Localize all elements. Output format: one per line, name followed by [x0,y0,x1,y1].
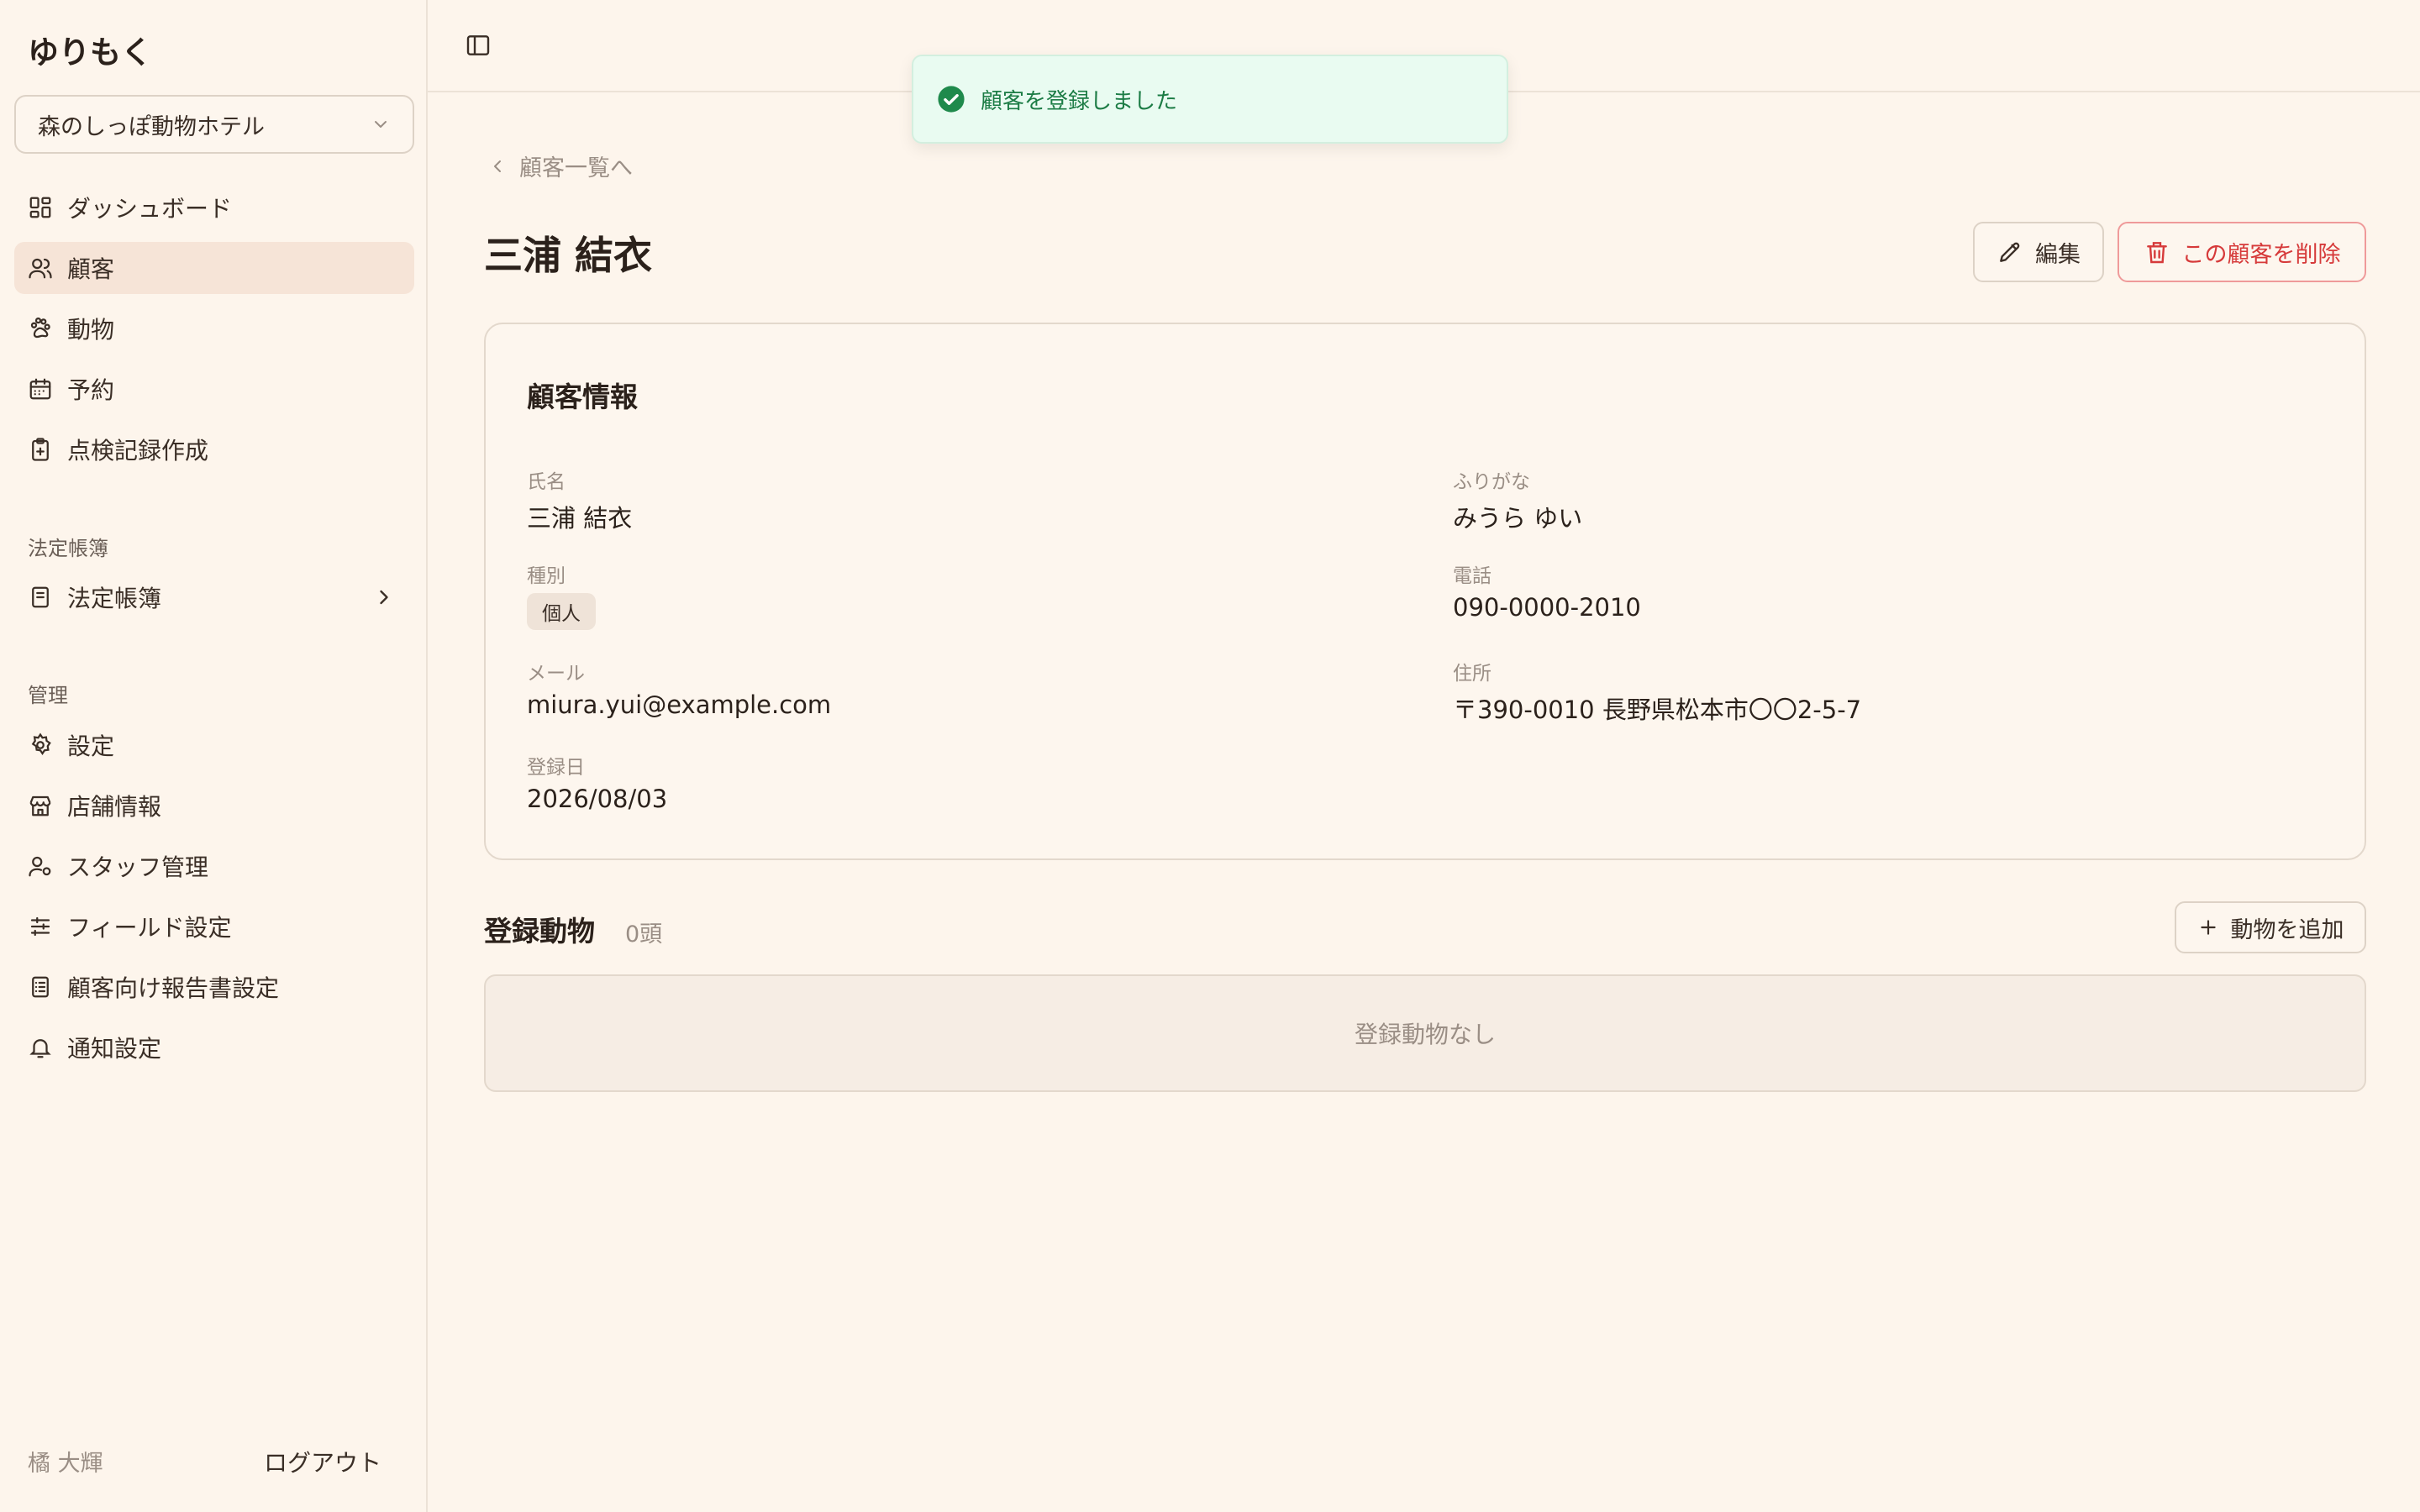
logout-button[interactable]: ログアウト [264,1445,381,1478]
pencil-icon [2000,242,2020,262]
bell-icon [27,1034,54,1061]
name-value: 三浦 結衣 [527,504,633,533]
sidebar-item-staff[interactable]: スタッフ管理 [14,840,414,892]
sidebar-item-label: 法定帳簿 [67,585,162,612]
back-to-customers-link[interactable]: 顧客一覧へ [487,150,633,182]
sidebar-toggle-icon[interactable] [465,32,492,59]
book-icon [27,584,54,611]
sidebar: ゆりもく 森のしっぽ動物ホテル ダッシュボード 顧客 動物 予約 点検記録作成 [0,0,428,1512]
email-value: miura.yui@example.com [527,690,832,719]
chevron-left-icon [494,160,501,172]
address-label: 住所 [1453,663,1491,685]
users-icon [27,255,54,281]
sidebar-item-field-settings[interactable]: フィールド設定 [14,900,414,953]
sidebar-item-customers[interactable]: 顧客 [14,242,414,294]
calendar-icon [27,375,54,402]
sidebar-item-label: 店舗情報 [67,793,162,821]
name-label: 氏名 [527,471,566,493]
sidebar-item-label: 予約 [67,376,115,404]
customer-info-card: 顧客情報 氏名 三浦 結衣 ふりがな みうら ゆい 種別 個人 電話 090-0… [484,323,2366,860]
sidebar-item-inspection[interactable]: 点検記録作成 [14,423,414,475]
registered-animals-heading: 登録動物 [484,915,595,948]
phone-label: 電話 [1453,565,1491,587]
page-title: 三浦 結衣 [484,233,653,278]
dashboard-icon [27,194,54,221]
sidebar-item-store-info[interactable]: 店舗情報 [14,780,414,832]
sidebar-item-label: フィールド設定 [67,914,232,942]
paw-icon [27,315,54,342]
chevron-right-icon [380,590,388,605]
add-animal-label: 動物を追加 [2230,916,2344,943]
furigana-value: みうら ゆい [1453,504,1583,533]
back-link-label: 顧客一覧へ [519,155,633,181]
sidebar-item-animals[interactable]: 動物 [14,302,414,354]
sidebar-item-legal-books[interactable]: 法定帳簿 [14,571,414,623]
address-value: 〒390-0010 長野県松本市〇〇2-5-7 [1453,696,1862,724]
sidebar-item-label: 顧客 [67,255,115,283]
sidebar-item-label: ダッシュボード [67,195,233,223]
clipboard-plus-icon [27,436,54,463]
plus-icon [2200,920,2216,935]
registered-date-value: 2026/08/03 [527,785,668,813]
section-label-legal: 法定帳簿 [28,537,108,560]
sliders-icon [27,913,54,940]
gear-icon [27,732,54,759]
edit-button-label: 編集 [2035,241,2081,268]
sidebar-item-label: 通知設定 [67,1035,162,1063]
customer-type-badge: 個人 [527,593,596,630]
store-icon [27,792,54,819]
check-circle-icon [938,86,965,113]
store-selector-value: 森のしっぽ動物ホテル [38,113,265,140]
email-label: メール [527,663,585,685]
app-logo: ゆりもく [28,34,152,71]
empty-state-text: 登録動物なし [1354,1021,1496,1048]
registered-date-label: 登録日 [527,757,585,779]
success-toast: 顧客を登録しました [912,55,1508,144]
furigana-label: ふりがな [1453,471,1530,493]
section-label-admin: 管理 [28,684,68,707]
sidebar-item-label: 点検記録作成 [67,437,209,465]
sidebar-item-label: 動物 [67,316,115,344]
report-icon [27,974,54,1000]
trash-icon [2146,242,2167,264]
delete-button-label: この顧客を削除 [2181,241,2341,268]
user-cog-icon [27,853,54,879]
delete-customer-button[interactable]: この顧客を削除 [2118,222,2366,282]
sidebar-item-settings[interactable]: 設定 [14,719,414,771]
animals-empty-state: 登録動物なし [484,974,2366,1092]
sidebar-item-report-settings[interactable]: 顧客向け報告書設定 [14,961,414,1013]
chevron-down-icon [375,121,387,128]
animals-count: 0頭 [625,921,663,948]
sidebar-item-label: スタッフ管理 [67,853,209,881]
edit-button[interactable]: 編集 [1973,222,2104,282]
type-label: 種別 [527,565,566,587]
sidebar-item-label: 顧客向け報告書設定 [67,974,280,1002]
add-animal-button[interactable]: 動物を追加 [2175,901,2366,953]
toast-message: 顧客を登録しました [981,88,1178,114]
store-selector[interactable]: 森のしっぽ動物ホテル [14,95,414,154]
card-title: 顧客情報 [527,381,638,413]
current-user-name: 橘 大輝 [28,1451,103,1477]
phone-value: 090-0000-2010 [1453,593,1641,622]
sidebar-item-label: 設定 [67,732,115,760]
sidebar-item-dashboard[interactable]: ダッシュボード [14,181,414,234]
sidebar-item-reservations[interactable]: 予約 [14,363,414,415]
sidebar-item-notifications[interactable]: 通知設定 [14,1021,414,1074]
